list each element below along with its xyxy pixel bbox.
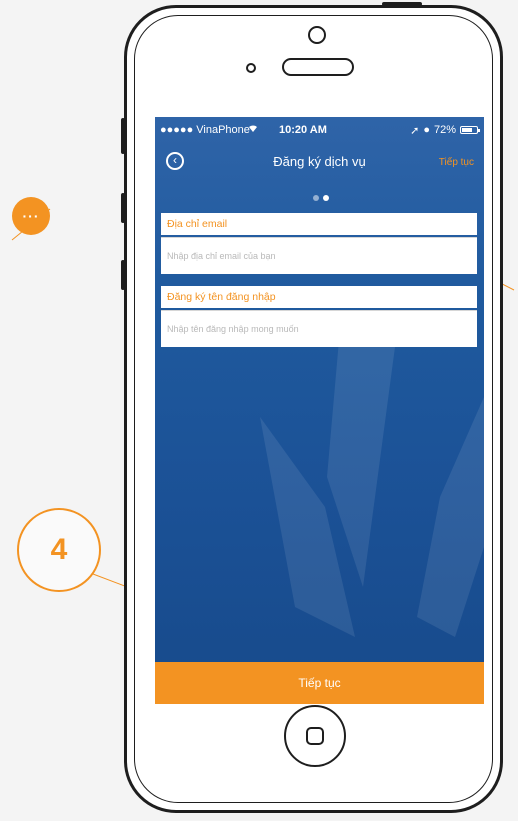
battery-fill — [462, 128, 472, 132]
location-arrow-icon: ➚ — [410, 124, 420, 137]
status-right-group: ➚ ● 72% — [410, 124, 480, 137]
brand-watermark-icon — [260, 317, 484, 637]
volume-down-button — [121, 260, 125, 290]
power-button — [382, 2, 422, 6]
wifi-icon — [248, 124, 258, 136]
nav-next-button[interactable]: Tiếp tục — [439, 157, 474, 168]
battery-percent: 72% — [433, 124, 456, 136]
email-label: Địa chỉ email — [161, 213, 477, 235]
email-field[interactable]: Nhập địa chỉ email của bạn — [161, 237, 477, 274]
camera-icon — [308, 26, 326, 44]
page-dot-2 — [323, 195, 329, 201]
step-number-callout: 4 — [17, 508, 101, 592]
status-bar: ●●●●● VinaPhone 10:20 AM ➚ ● 72% — [155, 121, 484, 139]
username-field[interactable]: Nhập tên đăng nhập mong muốn — [161, 310, 477, 347]
status-time: 10:20 AM — [279, 124, 327, 136]
sensor-icon — [246, 63, 256, 73]
home-button[interactable] — [284, 705, 346, 767]
volume-up-button — [121, 193, 125, 223]
home-square-icon — [306, 727, 324, 745]
battery-icon — [460, 126, 480, 134]
page-title: Đăng ký dịch vụ — [273, 154, 366, 169]
alarm-icon: ● — [423, 124, 430, 136]
page-dot-1 — [313, 195, 319, 201]
continue-button[interactable]: Tiếp tục — [155, 662, 484, 704]
mute-switch — [121, 118, 125, 154]
app-screen: ●●●●● VinaPhone 10:20 AM ➚ ● 72% ‹ Đăng … — [155, 117, 484, 704]
speaker-grille — [282, 58, 354, 76]
more-callout-badge[interactable]: ··· — [12, 197, 50, 235]
carrier-label: ●●●●● VinaPhone — [160, 124, 250, 136]
username-label: Đăng ký tên đăng nhập — [161, 286, 477, 308]
page-indicator — [313, 195, 329, 201]
